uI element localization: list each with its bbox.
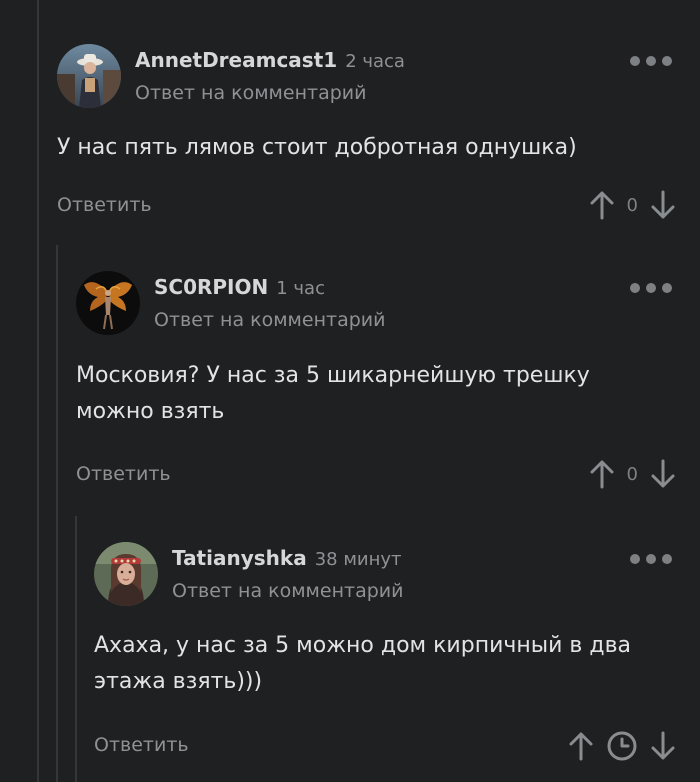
comment-rating: 0	[589, 459, 676, 489]
dot-icon	[646, 554, 656, 564]
author-name[interactable]: AnnetDreamcast1	[135, 48, 337, 72]
reply-button[interactable]: Ответить	[94, 734, 189, 756]
comment-time: 38 минут	[314, 549, 402, 570]
comment-tatianyshka: Tatianyshka 38 минут Ответ на комментарий…	[94, 542, 700, 782]
comment-author[interactable]: Tatianyshka 38 минут	[172, 546, 402, 570]
comment-text: У нас пять лямов стоит добротная однушка…	[57, 135, 577, 160]
dot-icon	[662, 56, 672, 66]
upvote-arrow-icon[interactable]	[568, 731, 594, 761]
reply-button[interactable]: Ответить	[57, 194, 152, 216]
downvote-arrow-icon[interactable]	[650, 731, 676, 761]
comment-author[interactable]: SC0RPION 1 час	[154, 275, 325, 299]
comment-text: Ахаха, у нас за 5 можно дом кирпичный в …	[94, 633, 632, 694]
woman-headband-photo-icon	[94, 542, 158, 606]
woman-hat-photo-icon	[57, 44, 121, 108]
dot-icon	[630, 554, 640, 564]
dot-icon	[662, 554, 672, 564]
upvote-arrow-icon[interactable]	[589, 190, 615, 220]
author-name[interactable]: SC0RPION	[154, 275, 268, 299]
thread-line-level-3	[75, 516, 77, 782]
downvote-arrow-icon[interactable]	[650, 459, 676, 489]
avatar[interactable]	[76, 271, 140, 335]
comment-annetdreamcast1: AnnetDreamcast1 2 часа Ответ на комментар…	[57, 44, 700, 234]
rating-count: 0	[626, 194, 638, 216]
comment-scorpion: SC0RPION 1 час Ответ на комментарий Моско…	[76, 271, 700, 501]
dot-icon	[646, 56, 656, 66]
avatar[interactable]	[94, 542, 158, 606]
downvote-arrow-icon[interactable]	[650, 190, 676, 220]
thread-line-level-2	[56, 245, 58, 782]
more-options-button[interactable]	[630, 554, 672, 564]
comment-time: 2 часа	[345, 51, 405, 72]
dot-icon	[646, 283, 656, 293]
more-options-button[interactable]	[630, 283, 672, 293]
reply-button[interactable]: Ответить	[76, 463, 171, 485]
more-options-button[interactable]	[630, 56, 672, 66]
comment-rating: 0	[589, 190, 676, 220]
thread-line-level-1	[37, 0, 39, 782]
comment-author[interactable]: AnnetDreamcast1 2 часа	[135, 48, 405, 72]
comment-text: Московия? У нас за 5 шикарнейшую трешку …	[76, 363, 590, 424]
comment-rating	[568, 730, 676, 762]
reply-to-link[interactable]: Ответ на комментарий	[135, 82, 366, 104]
rating-count: 0	[626, 463, 638, 485]
author-name[interactable]: Tatianyshka	[172, 546, 307, 570]
dot-icon	[630, 283, 640, 293]
clock-icon	[607, 731, 637, 761]
dot-icon	[662, 283, 672, 293]
reply-to-link[interactable]: Ответ на комментарий	[172, 580, 403, 602]
winged-figure-photo-icon	[76, 271, 140, 335]
avatar[interactable]	[57, 44, 121, 108]
comment-time: 1 час	[276, 278, 325, 299]
upvote-arrow-icon[interactable]	[589, 459, 615, 489]
reply-to-link[interactable]: Ответ на комментарий	[154, 309, 385, 331]
dot-icon	[630, 56, 640, 66]
